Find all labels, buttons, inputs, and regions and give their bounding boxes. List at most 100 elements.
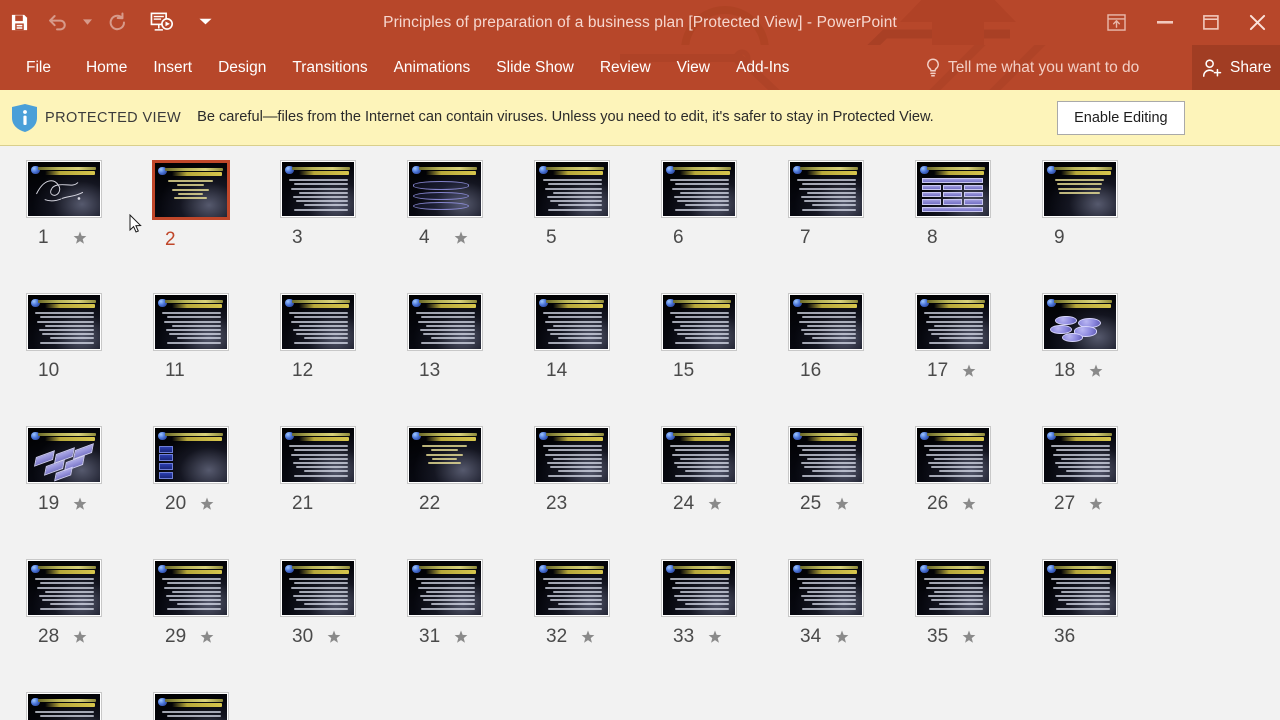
slide-cell[interactable]: 7 [762,160,889,293]
slide-thumbnail[interactable] [152,559,229,617]
slide-cell[interactable]: 3 [254,160,381,293]
slide-thumbnail[interactable] [787,426,864,484]
slide-animation-star-icon[interactable] [72,230,88,246]
slide-thumbnail[interactable] [533,160,610,218]
slide-thumbnail[interactable] [1041,160,1118,218]
slide-thumbnail[interactable] [1041,559,1118,617]
slide-thumbnail[interactable] [660,559,737,617]
slide-thumbnail[interactable] [787,559,864,617]
slide-thumbnail[interactable] [25,692,102,720]
slide-thumbnail[interactable] [660,160,737,218]
slide-thumbnail[interactable] [787,160,864,218]
slide-thumbnail[interactable] [533,559,610,617]
slide-thumbnail[interactable] [660,426,737,484]
slide-thumbnail[interactable] [406,293,483,351]
redo-icon[interactable] [98,3,136,43]
tab-animations[interactable]: Animations [381,45,484,90]
slide-cell[interactable]: 26 [889,426,1016,559]
slide-cell[interactable]: 34 [762,559,889,692]
slide-animation-star-icon[interactable] [453,629,469,645]
slide-thumbnail[interactable] [914,293,991,351]
slide-cell[interactable]: 35 [889,559,1016,692]
slide-cell[interactable]: 30 [254,559,381,692]
tab-view[interactable]: View [664,45,723,90]
slide-animation-star-icon[interactable] [961,363,977,379]
slide-animation-star-icon[interactable] [199,496,215,512]
slide-thumbnail[interactable] [279,426,356,484]
slide-animation-star-icon[interactable] [707,496,723,512]
slide-animation-star-icon[interactable] [1088,363,1104,379]
slide-cell[interactable]: 5 [508,160,635,293]
slide-cell[interactable]: 24 [635,426,762,559]
slide-cell[interactable]: 10 [0,293,127,426]
tab-add-ins[interactable]: Add-Ins [723,45,802,90]
slide-cell[interactable]: 14 [508,293,635,426]
slide-thumbnail[interactable] [406,426,483,484]
slide-cell[interactable]: 25 [762,426,889,559]
tab-file[interactable]: File [0,45,73,90]
slide-cell[interactable]: 16 [762,293,889,426]
slide-cell[interactable]: 33 [635,559,762,692]
slide-animation-star-icon[interactable] [453,230,469,246]
slide-thumbnail[interactable] [533,426,610,484]
slide-thumbnail[interactable] [151,160,230,220]
slide-thumbnail[interactable] [1041,293,1118,351]
slide-cell[interactable]: 27 [1016,426,1143,559]
slide-cell[interactable]: 31 [381,559,508,692]
slide-animation-star-icon[interactable] [707,629,723,645]
slide-thumbnail[interactable] [279,293,356,351]
enable-editing-button[interactable]: Enable Editing [1057,100,1185,135]
tab-slide-show[interactable]: Slide Show [483,45,587,90]
slide-cell[interactable]: 28 [0,559,127,692]
tab-design[interactable]: Design [205,45,279,90]
slide-cell[interactable]: 23 [508,426,635,559]
slide-animation-star-icon[interactable] [72,629,88,645]
slide-cell[interactable]: 11 [127,293,254,426]
slide-cell[interactable]: 21 [254,426,381,559]
slide-thumbnail[interactable] [660,293,737,351]
slide-thumbnail[interactable] [406,160,483,218]
slide-thumbnail[interactable] [914,160,991,218]
slide-cell[interactable]: 19 [0,426,127,559]
slide-animation-star-icon[interactable] [834,629,850,645]
slide-thumbnail[interactable] [914,426,991,484]
slide-thumbnail[interactable] [25,160,102,218]
slide-cell[interactable]: 4 [381,160,508,293]
save-icon[interactable] [0,3,38,43]
slide-cell[interactable]: 15 [635,293,762,426]
slide-cell[interactable]: 38 [127,692,254,720]
tell-me-box[interactable]: Tell me what you want to do [925,45,1139,90]
slide-cell[interactable]: 8 [889,160,1016,293]
slide-animation-star-icon[interactable] [834,496,850,512]
slide-thumbnail[interactable] [25,293,102,351]
tab-transitions[interactable]: Transitions [279,45,380,90]
start-slideshow-icon[interactable] [136,3,188,43]
slide-thumbnail[interactable] [25,426,102,484]
tab-review[interactable]: Review [587,45,664,90]
ribbon-display-options-icon[interactable] [1090,0,1142,45]
slide-animation-star-icon[interactable] [961,629,977,645]
slide-thumbnail[interactable] [1041,426,1118,484]
maximize-icon[interactable] [1188,0,1234,45]
slide-cell[interactable]: 17 [889,293,1016,426]
slide-cell[interactable]: 9 [1016,160,1143,293]
undo-dropdown-icon[interactable] [76,3,98,43]
slide-cell[interactable]: 32 [508,559,635,692]
slide-thumbnail[interactable] [914,559,991,617]
slide-cell[interactable]: 29 [127,559,254,692]
slide-thumbnail[interactable] [279,160,356,218]
slide-cell[interactable]: 6 [635,160,762,293]
slide-thumbnail[interactable] [25,559,102,617]
slide-animation-star-icon[interactable] [1088,496,1104,512]
slide-thumbnail[interactable] [152,426,229,484]
customize-qat-icon[interactable] [188,3,222,43]
slide-thumbnail[interactable] [533,293,610,351]
slide-sorter-pane[interactable]: 1 2 3 4 5 6 7 8 9 10 11 12 13 14 15 16 1… [0,146,1280,720]
minimize-icon[interactable] [1142,0,1188,45]
slide-cell[interactable]: 36 [1016,559,1143,692]
slide-thumbnail[interactable] [152,692,229,720]
slide-thumbnail[interactable] [279,559,356,617]
slide-animation-star-icon[interactable] [961,496,977,512]
share-button[interactable]: Share [1192,45,1280,90]
slide-animation-star-icon[interactable] [199,629,215,645]
